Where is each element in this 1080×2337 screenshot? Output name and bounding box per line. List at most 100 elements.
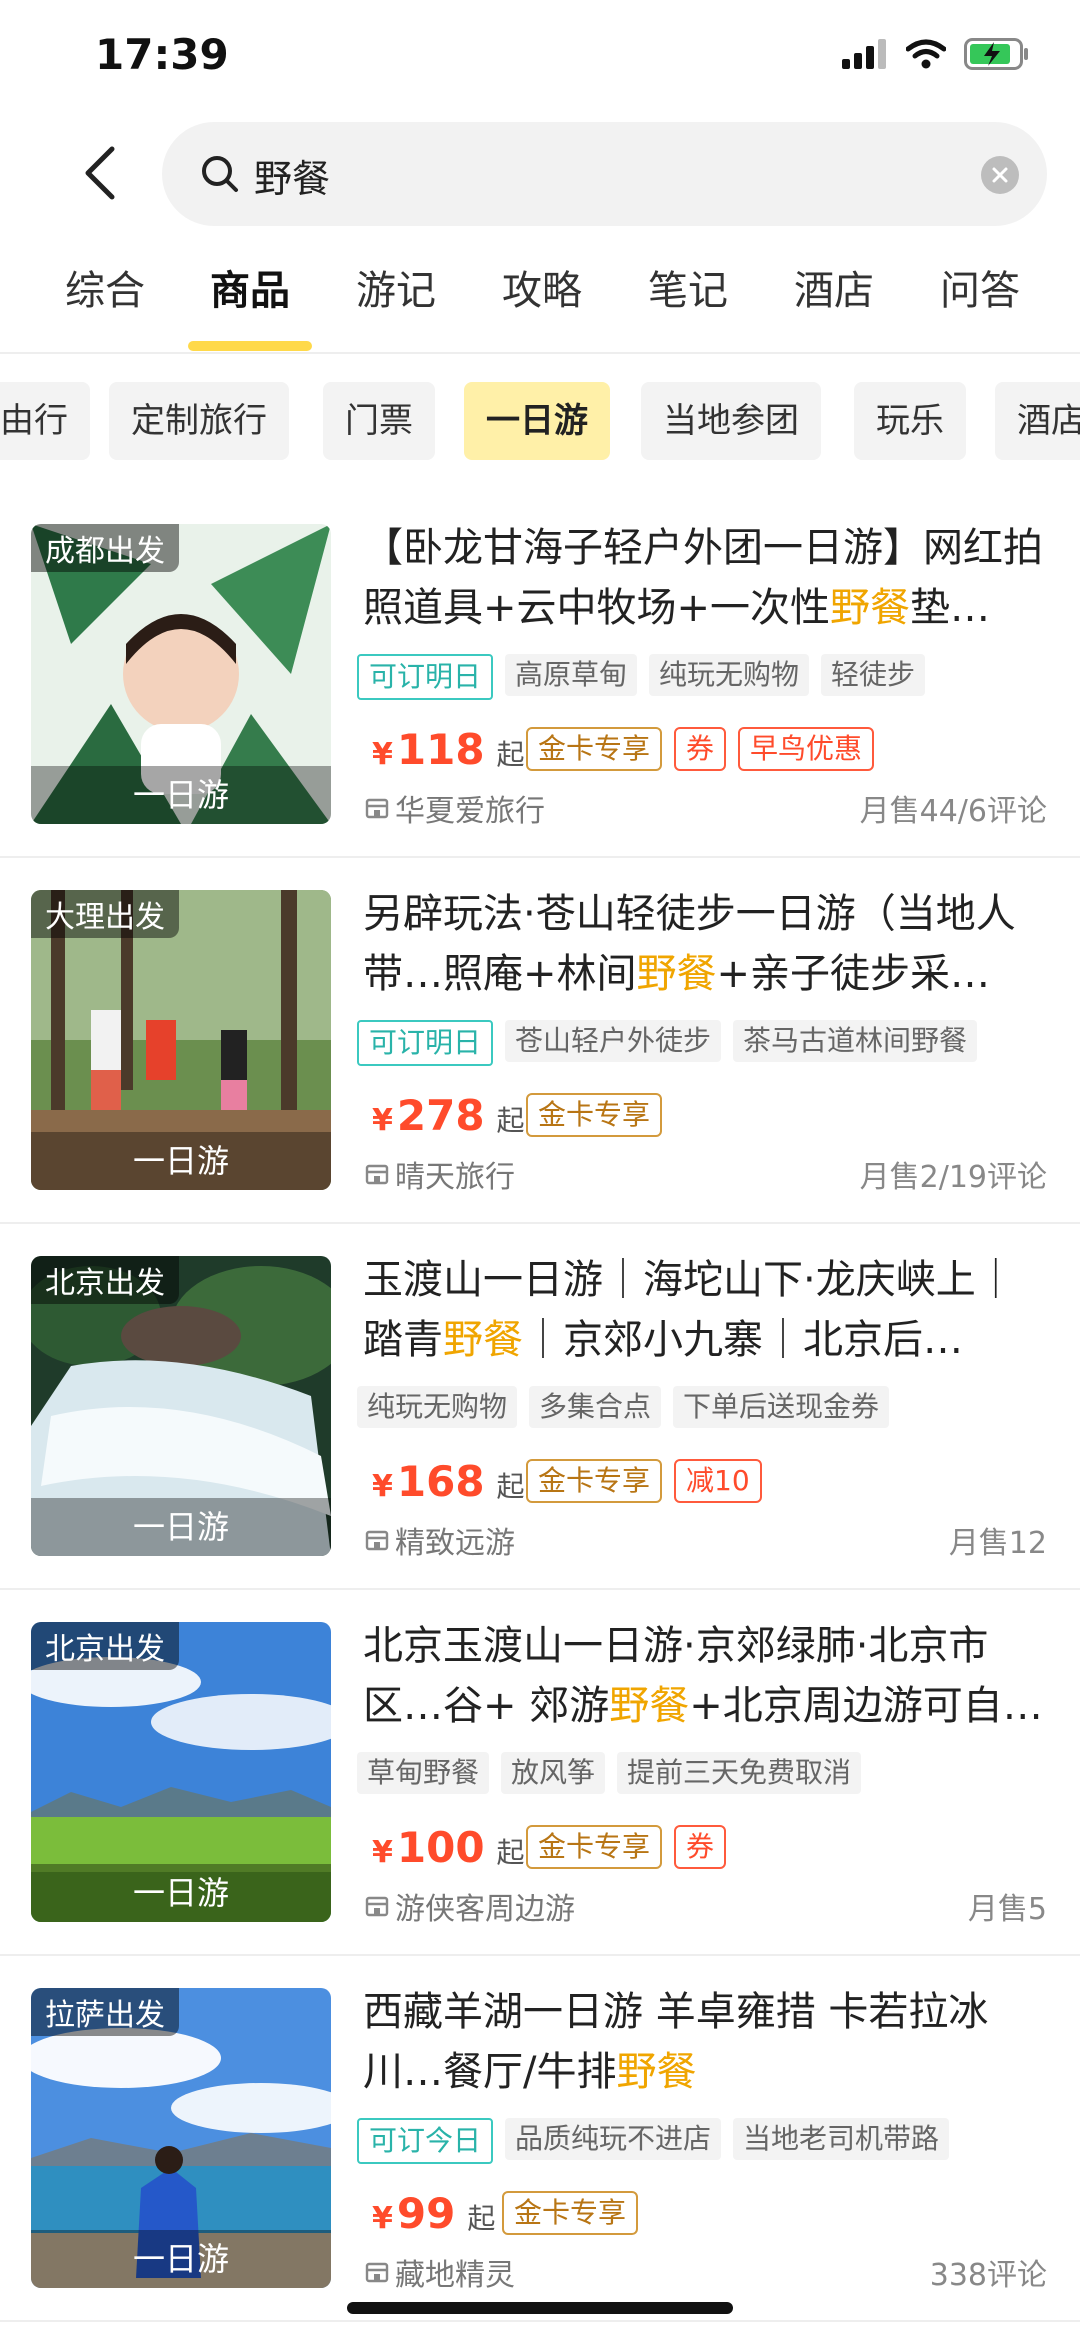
product-card[interactable]: 大理出发 一日游 另辟玩法·苍山轻徒步一日游（当地人带…照庵+林间野餐+亲子徒步… [0,856,1080,1224]
price-suffix: 起 [496,738,525,771]
tag-row: 草甸野餐 放风筝 提前三天免费取消 [357,1752,862,1794]
shop-info[interactable]: 华夏爱旅行 [365,786,545,830]
tag: 可订今日 [357,2118,494,2164]
search-input[interactable]: 野餐 [162,122,1047,226]
product-thumbnail[interactable]: 拉萨出发 一日游 [31,1988,331,2288]
status-icons [842,38,1030,70]
promo-badges: 金卡专享 [526,1093,663,1137]
price-value: 168 [396,1457,485,1506]
price-suffix: 起 [496,1836,525,1869]
tag: 可订明日 [357,654,494,700]
product-title[interactable]: 另辟玩法·苍山轻徒步一日游（当地人带…照庵+林间野餐+亲子徒步采… [363,884,1053,1004]
product-title[interactable]: 西藏羊湖一日游 羊卓雍措 卡若拉冰川…餐厅/牛排野餐 [363,1982,1053,2102]
chip-custom-travel[interactable]: 定制旅行 [109,382,289,460]
tag-row: 可订明日 苍山轻户外徒步 茶马古道林间野餐 [357,1020,978,1066]
price: ¥ 168 起 [372,1457,525,1506]
chevron-left-icon [85,146,115,200]
currency-symbol: ¥ [372,1835,393,1870]
tag: 茶马古道林间野餐 [733,1020,978,1062]
tab-notes[interactable]: 笔记 [648,258,728,316]
product-card[interactable]: 拉萨出发 一日游 西藏羊湖一日游 羊卓雍措 卡若拉冰川…餐厅/牛排野餐 可订今日… [0,1954,1080,2322]
chip-activities[interactable]: 玩乐 [854,382,966,460]
title-highlight: 野餐 [609,1683,690,1729]
tab-products[interactable]: 商品 [210,258,290,316]
tag: 纯玩无购物 [357,1386,518,1428]
tour-type-caption: 一日游 [31,766,331,824]
origin-label: 拉萨出发 [31,1988,179,2036]
cellular-signal-icon [842,39,886,69]
tag: 纯玩无购物 [649,654,810,696]
product-title[interactable]: 北京玉渡山一日游·京郊绿肺·北京市区…谷+ 郊游野餐+北京周边游可自… [363,1616,1053,1736]
price: ¥ 118 起 [372,725,525,774]
tab-travelogues[interactable]: 游记 [356,258,436,316]
price-value: 278 [396,1091,485,1140]
product-card[interactable]: 北京出发 一日游 北京玉渡山一日游·京郊绿肺·北京市区…谷+ 郊游野餐+北京周边… [0,1588,1080,1956]
tag-row: 可订明日 高原草甸 纯玩无购物 轻徒步 [357,654,926,700]
price-value: 100 [396,1823,485,1872]
gold-card-badge: 金卡专享 [526,727,663,771]
chip-day-tour[interactable]: 一日游 [464,382,610,460]
price-value: 118 [396,725,485,774]
coupon-badge: 券 [674,727,727,771]
battery-charging-icon [964,38,1028,70]
chip-local-group[interactable]: 当地参团 [641,382,821,460]
tour-type-caption: 一日游 [31,1132,331,1190]
currency-symbol: ¥ [372,1469,393,1504]
gold-card-badge: 金卡专享 [526,1825,663,1869]
product-thumbnail[interactable]: 北京出发 一日游 [31,1256,331,1556]
tab-qa[interactable]: 问答 [940,258,1020,316]
price-value: 99 [396,2189,456,2238]
shop-name: 华夏爱旅行 [395,794,545,829]
shop-info[interactable]: 晴天旅行 [365,1152,515,1196]
clear-search-button[interactable] [981,156,1019,194]
tag: 可订明日 [357,1020,494,1066]
shop-name: 晴天旅行 [395,1160,515,1195]
title-text-tail: +亲子徒步采… [716,951,991,997]
product-title[interactable]: 玉渡山一日游｜海坨山下·龙庆峡上｜踏青野餐｜京郊小九寨｜北京后… [363,1250,1053,1370]
tag: 多集合点 [529,1386,662,1428]
chip-hotels[interactable]: 酒店 [995,382,1080,460]
product-title[interactable]: 【卧龙甘海子轻户外团一日游】网红拍照道具+云中牧场+一次性野餐垫… [363,518,1053,638]
tab-guides[interactable]: 攻略 [502,258,582,316]
tab-hotels[interactable]: 酒店 [794,258,874,316]
tag: 高原草甸 [505,654,638,696]
search-row: 野餐 [0,118,1080,228]
gold-card-badge: 金卡专享 [526,1459,663,1503]
category-tabs: 综合 商品 游记 攻略 笔记 酒店 问答 [0,258,1080,353]
shop-info[interactable]: 精致远游 [365,1518,515,1562]
product-card[interactable]: 北京出发 一日游 玉渡山一日游｜海坨山下·龙庆峡上｜踏青野餐｜京郊小九寨｜北京后… [0,1222,1080,1590]
tab-comprehensive[interactable]: 综合 [65,258,145,316]
promo-badges: 金卡专享 券 [526,1825,727,1869]
price: ¥ 100 起 [372,1823,525,1872]
tag: 放风筝 [501,1752,606,1794]
gold-card-badge: 金卡专享 [526,1093,663,1137]
origin-label: 北京出发 [31,1256,179,1304]
store-icon [365,1530,389,1551]
search-query-text: 野餐 [254,157,331,201]
shop-info[interactable]: 藏地精灵 [365,2250,515,2294]
price-suffix: 起 [496,1470,525,1503]
back-button[interactable] [70,143,130,203]
tag: 当地老司机带路 [733,2118,950,2160]
tour-type-caption: 一日游 [31,2230,331,2288]
origin-label: 大理出发 [31,890,179,938]
sales-count: 338评论 [929,2258,1047,2293]
shop-info[interactable]: 游侠客周边游 [365,1884,575,1928]
promo-badges: 金卡专享 减10 [526,1459,762,1503]
tag: 苍山轻户外徒步 [505,1020,722,1062]
currency-symbol: ¥ [372,737,393,772]
product-thumbnail[interactable]: 北京出发 一日游 [31,1622,331,1922]
title-text-tail: 垫… [910,585,991,631]
close-icon [992,167,1008,183]
product-thumbnail[interactable]: 成都出发 一日游 [31,524,331,824]
product-card[interactable]: 成都出发 一日游 【卧龙甘海子轻户外团一日游】网红拍照道具+云中牧场+一次性野餐… [0,490,1080,858]
origin-label: 成都出发 [31,524,179,572]
sales-count: 月售44/6评论 [859,794,1047,829]
product-thumbnail[interactable]: 大理出发 一日游 [31,890,331,1190]
tag: 提前三天免费取消 [617,1752,862,1794]
chip-tickets[interactable]: 门票 [323,382,435,460]
title-highlight: 野餐 [830,585,911,631]
store-icon [365,798,389,819]
chip-free-travel[interactable]: 由行 [0,382,90,460]
filter-chips: 由行 定制旅行 门票 一日游 当地参团 玩乐 酒店 [0,382,1080,462]
